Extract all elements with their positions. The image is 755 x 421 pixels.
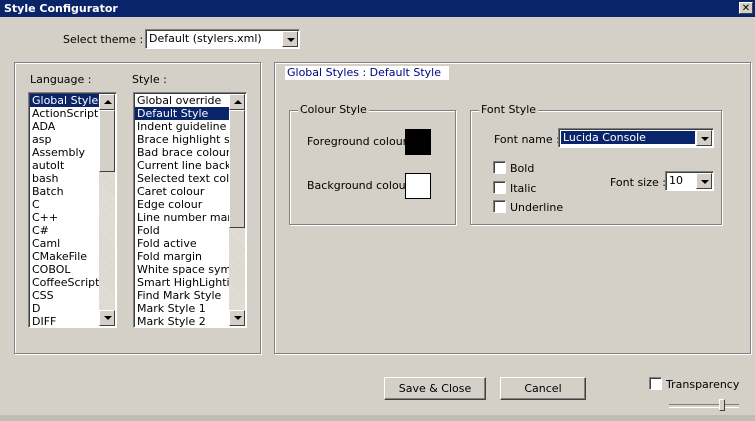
style-list-item[interactable]: Bad brace colour [135, 146, 229, 159]
background-colour-label: Background colour [307, 179, 411, 192]
language-list-item[interactable]: Batch [30, 185, 99, 198]
font-style-legend: Font Style [479, 103, 539, 116]
style-list-item[interactable]: Current line backgro [135, 159, 229, 172]
style-list-item[interactable]: Brace highlight style [135, 133, 229, 146]
language-list-item[interactable]: CMakeFile [30, 250, 99, 263]
language-list-item[interactable]: CoffeeScript [30, 276, 99, 289]
style-list-item[interactable]: Caret colour [135, 185, 229, 198]
language-list-item[interactable]: bash [30, 172, 99, 185]
style-list-scrollbar[interactable] [229, 94, 245, 326]
chevron-down-icon[interactable] [282, 31, 298, 47]
language-list-item[interactable]: COBOL [30, 263, 99, 276]
background-colour-swatch[interactable] [405, 173, 431, 199]
language-list-items: Global Styles ActionScript ADA asp Assembly a… [30, 94, 99, 327]
style-list-item[interactable]: Fold [135, 224, 229, 237]
transparency-checkbox[interactable] [649, 377, 662, 390]
font-name-label: Font name : [494, 133, 560, 146]
title-bar: Style Configurator ✕ [0, 0, 755, 17]
cancel-button[interactable]: Cancel [500, 377, 586, 400]
font-name-select[interactable]: Lucida Console [558, 128, 714, 148]
italic-label: Italic [510, 182, 537, 195]
style-list-item[interactable]: Line number margin [135, 211, 229, 224]
underline-checkbox[interactable] [493, 200, 506, 213]
theme-select[interactable]: Default (stylers.xml) [145, 29, 300, 49]
style-list-item[interactable]: Default Style [135, 107, 229, 120]
window-title: Style Configurator [4, 2, 118, 15]
language-label: Language : [30, 73, 92, 86]
scroll-up-icon[interactable] [99, 94, 115, 110]
style-list-item[interactable]: Find Mark Style [135, 289, 229, 302]
style-list[interactable]: Global override Default Style Indent guide… [133, 92, 247, 328]
style-scroll-thumb[interactable] [229, 110, 245, 228]
font-size-select[interactable]: 10 [665, 171, 714, 191]
foreground-colour-swatch[interactable] [405, 129, 431, 155]
language-list-scrollbar[interactable] [99, 94, 115, 326]
style-description: Global Styles : Default Style [285, 66, 449, 80]
font-size-value: 10 [669, 174, 683, 187]
font-size-label: Font size : [610, 176, 666, 189]
language-list-item[interactable]: DIFF [30, 315, 99, 327]
font-name-value: Lucida Console [560, 130, 696, 145]
language-list-item[interactable]: C++ [30, 211, 99, 224]
close-button[interactable]: ✕ [739, 2, 753, 14]
style-list-item[interactable]: Mark Style 1 [135, 302, 229, 315]
scroll-down-icon[interactable] [99, 310, 115, 326]
theme-select-value: Default (stylers.xml) [149, 32, 262, 45]
italic-checkbox[interactable] [493, 181, 506, 194]
colour-style-group: Colour Style [289, 103, 456, 225]
chevron-down-icon[interactable] [696, 130, 712, 146]
language-list[interactable]: Global Styles ActionScript ADA asp Assembly a… [28, 92, 117, 328]
style-list-item[interactable]: Edge colour [135, 198, 229, 211]
transparency-slider-thumb[interactable] [719, 399, 725, 411]
transparency-label: Transparency [666, 378, 740, 391]
language-list-item[interactable]: Caml [30, 237, 99, 250]
scroll-down-icon[interactable] [229, 310, 245, 326]
language-list-item[interactable]: ADA [30, 120, 99, 133]
transparency-slider-track[interactable] [669, 404, 739, 408]
style-list-item[interactable]: Smart HighLighting [135, 276, 229, 289]
style-list-item[interactable]: Selected text colour [135, 172, 229, 185]
style-list-item[interactable]: Global override [135, 94, 229, 107]
style-list-item[interactable]: White space symbo [135, 263, 229, 276]
colour-style-legend: Colour Style [298, 103, 369, 116]
style-list-item[interactable]: Indent guideline sty [135, 120, 229, 133]
window-bottom-edge [0, 415, 755, 421]
language-list-item[interactable]: Assembly [30, 146, 99, 159]
language-list-item[interactable]: C [30, 198, 99, 211]
chevron-down-icon[interactable] [696, 173, 712, 189]
bold-label: Bold [510, 162, 535, 175]
scroll-up-icon[interactable] [229, 94, 245, 110]
language-list-item[interactable]: D [30, 302, 99, 315]
language-list-item[interactable]: Global Styles [30, 94, 99, 107]
style-list-items: Global override Default Style Indent guide… [135, 94, 229, 327]
select-theme-label: Select theme : [63, 33, 144, 46]
language-list-item[interactable]: ActionScript [30, 107, 99, 120]
language-list-item[interactable]: C# [30, 224, 99, 237]
language-list-item[interactable]: autoIt [30, 159, 99, 172]
style-label: Style : [132, 73, 167, 86]
style-list-item[interactable]: Fold active [135, 237, 229, 250]
foreground-colour-label: Foreground colour [307, 135, 408, 148]
close-icon: ✕ [741, 3, 751, 14]
language-list-item[interactable]: CSS [30, 289, 99, 302]
style-list-item[interactable]: Mark Style 2 [135, 315, 229, 327]
underline-label: Underline [510, 201, 564, 214]
style-list-item[interactable]: Fold margin [135, 250, 229, 263]
language-list-item[interactable]: asp [30, 133, 99, 146]
bold-checkbox[interactable] [493, 161, 506, 174]
save-close-button[interactable]: Save & Close [384, 377, 486, 400]
language-scroll-thumb[interactable] [99, 110, 115, 172]
